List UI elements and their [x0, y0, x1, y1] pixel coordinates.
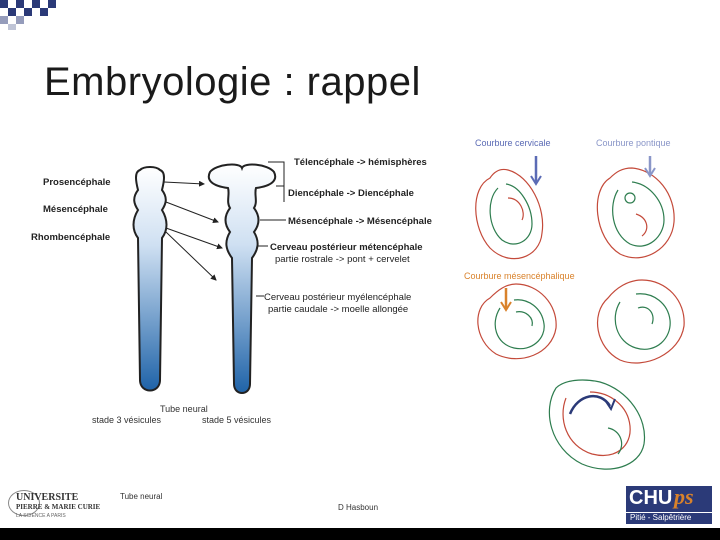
label-tube-neural: Tube neural	[160, 404, 208, 414]
embryo-flexure-diagram	[475, 156, 685, 470]
slide-title: Embryologie : rappel	[44, 60, 421, 104]
label-telencephale: Télencéphale -> hémisphères	[294, 157, 427, 168]
label-courbure-pontique: Courbure pontique	[596, 138, 671, 148]
upmc-logo-line3: LA SCIENCE A PARIS	[16, 513, 66, 519]
label-mesencephale-5: Mésencéphale -> Mésencéphale	[288, 216, 432, 227]
footer-author: D Hasboun	[338, 503, 379, 512]
embryo-5	[548, 379, 646, 470]
upmc-logo: UNIVERSITE PIERRE & MARIE CURIE LA SCIEN…	[6, 488, 118, 522]
label-metencephale-2: partie rostrale -> pont + cervelet	[275, 254, 410, 265]
label-courbure-cervicale: Courbure cervicale	[475, 138, 551, 148]
stage5-tube	[207, 163, 277, 394]
footer-tube-neural: Tube neural	[120, 492, 163, 501]
label-stade-5: stade 5 vésicules	[202, 415, 272, 425]
chu-ps-logo: CHU ps Pitié - Salpêtrière	[626, 484, 712, 524]
embryo-2	[596, 167, 675, 259]
label-diencephale: Diencéphale -> Diencéphale	[288, 188, 414, 199]
label-stade-3: stade 3 vésicules	[92, 415, 162, 425]
embryo-4	[596, 279, 685, 364]
chu-logo-text: CHU	[629, 487, 673, 509]
stage3-tube	[132, 166, 168, 392]
upmc-logo-line1: UNIVERSITE	[16, 492, 79, 503]
label-rhombencephale: Rhombencéphale	[31, 232, 111, 243]
upmc-logo-line2: PIERRE & MARIE CURIE	[16, 503, 101, 511]
label-metencephale-1: Cerveau postérieur métencéphale	[270, 242, 423, 253]
chu-logo-sub: Pitié - Salpêtrière	[630, 513, 692, 522]
label-mesencephale: Mésencéphale	[43, 204, 108, 215]
ps-logo-text: ps	[674, 484, 694, 509]
embryo-3	[477, 283, 557, 360]
embryo-1	[475, 168, 544, 260]
label-myelencephale-2: partie caudale -> moelle allongée	[268, 304, 409, 315]
footer-bar	[0, 528, 720, 540]
label-myelencephale-1: Cerveau postérieur myélencéphale	[264, 292, 412, 303]
checker-decoration	[0, 0, 56, 30]
label-prosencephale: Prosencéphale	[43, 177, 111, 188]
